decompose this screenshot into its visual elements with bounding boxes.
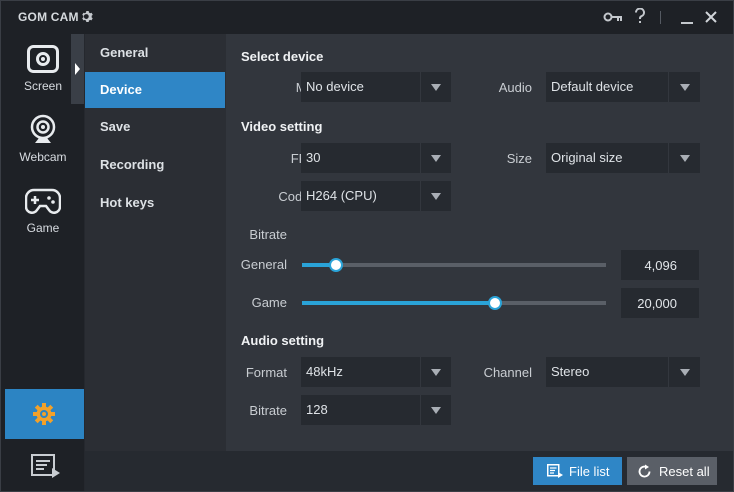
format-dropdown[interactable]: 48kHz [301, 357, 451, 387]
key-icon[interactable] [603, 9, 623, 28]
section-audio-setting: Audio setting [241, 333, 325, 348]
format-value: 48kHz [306, 364, 343, 379]
slider-track [302, 263, 606, 267]
settings-gear-icon [32, 402, 56, 429]
size-label: Size [506, 151, 532, 166]
audio-bitrate-label: Bitrate [249, 403, 287, 418]
audio-bitrate-dropdown[interactable]: 128 [301, 395, 451, 425]
size-dropdown[interactable]: Original size [546, 143, 700, 173]
file-list-icon [547, 464, 563, 481]
minimize-icon[interactable] [680, 10, 694, 27]
menu-item-general[interactable]: General [85, 35, 225, 71]
sidebar-expand-handle[interactable] [71, 34, 84, 104]
title-gear-icon[interactable] [81, 10, 94, 26]
sidebar-item-webcam[interactable]: Webcam [1, 106, 71, 176]
audio-label: Audio [498, 80, 532, 95]
chevron-down-icon [431, 155, 441, 162]
screen-capture-icon [27, 45, 59, 76]
fps-dropdown[interactable]: 30 [301, 143, 451, 173]
game-bitrate-slider[interactable] [302, 296, 606, 310]
slider-fill [302, 301, 494, 305]
audio-dropdown-divider [668, 72, 669, 102]
fps-dropdown-divider [420, 143, 421, 173]
chevron-down-icon [680, 369, 690, 376]
size-value: Original size [551, 150, 623, 165]
chevron-down-icon [431, 193, 441, 200]
channel-dropdown-divider [668, 357, 669, 387]
video-bitrate-label: Bitrate [249, 227, 287, 242]
menu-item-save[interactable]: Save [85, 109, 225, 145]
game-bitrate-label: Game [251, 295, 287, 310]
channel-label: Channel [483, 365, 532, 380]
chevron-down-icon [680, 84, 690, 91]
general-bitrate-slider[interactable] [302, 258, 606, 272]
mic-dropdown-divider [420, 72, 421, 102]
mode-sidebar: Screen Webcam Game [1, 34, 84, 491]
audio-bitrate-value: 128 [306, 402, 328, 417]
codec-dropdown-divider [420, 181, 421, 211]
fps-value: 30 [306, 150, 321, 165]
app-title: GOM CAM [18, 10, 79, 24]
file-list-icon [31, 454, 61, 481]
format-dropdown-divider [420, 357, 421, 387]
close-icon[interactable] [704, 10, 718, 27]
menu-item-hot-keys[interactable]: Hot keys [85, 185, 225, 221]
section-video-setting: Video setting [241, 119, 323, 134]
codec-dropdown[interactable]: H264 (CPU) [301, 181, 451, 211]
webcam-icon [29, 114, 57, 147]
audio-bitrate-dropdown-divider [420, 395, 421, 425]
general-bitrate-label: General [240, 257, 287, 272]
file-list-label: File list [569, 464, 610, 479]
game-bitrate-input[interactable]: 20,000 [621, 288, 699, 318]
chevron-down-icon [431, 369, 441, 376]
device-settings-panel: Select device Mic No device Audio Defaul… [226, 34, 733, 451]
settings-button[interactable] [5, 389, 84, 439]
sidebar-label-game: Game [26, 221, 60, 235]
mic-value: No device [306, 79, 364, 94]
slider-handle[interactable] [329, 258, 343, 272]
sidebar-item-game[interactable]: Game [1, 179, 71, 249]
file-list-sidebar-button[interactable] [5, 444, 84, 489]
settings-menu: General Device Save Recording Hot keys [85, 34, 226, 451]
gamepad-icon [24, 187, 62, 218]
mic-dropdown[interactable]: No device [301, 72, 451, 102]
title-bar: GOM CAM [1, 1, 733, 34]
chevron-down-icon [680, 155, 690, 162]
footer-bar: File list Reset all [85, 451, 733, 491]
sidebar-item-screen[interactable]: Screen [1, 34, 84, 104]
reset-icon [637, 464, 652, 482]
channel-dropdown[interactable]: Stereo [546, 357, 700, 387]
slider-handle[interactable] [488, 296, 502, 310]
audio-dropdown[interactable]: Default device [546, 72, 700, 102]
size-dropdown-divider [668, 143, 669, 173]
audio-value: Default device [551, 79, 634, 94]
general-bitrate-value: 4,096 [644, 258, 677, 273]
codec-value: H264 (CPU) [306, 188, 377, 203]
chevron-down-icon [431, 407, 441, 414]
reset-all-button[interactable]: Reset all [627, 457, 717, 485]
format-label: Format [245, 365, 287, 380]
reset-all-label: Reset all [659, 464, 710, 479]
section-select-device: Select device [241, 49, 324, 64]
file-list-button[interactable]: File list [533, 457, 622, 485]
sidebar-label-webcam: Webcam [19, 150, 67, 164]
menu-item-recording[interactable]: Recording [85, 147, 225, 183]
help-icon[interactable] [634, 7, 646, 27]
game-bitrate-value: 20,000 [637, 296, 677, 311]
channel-value: Stereo [551, 364, 590, 379]
titlebar-divider [660, 11, 661, 24]
general-bitrate-input[interactable]: 4,096 [621, 250, 699, 280]
app-window: GOM CAM Screen Webcam Game General Devic… [0, 0, 734, 492]
menu-item-device[interactable]: Device [85, 72, 225, 108]
chevron-down-icon [431, 84, 441, 91]
